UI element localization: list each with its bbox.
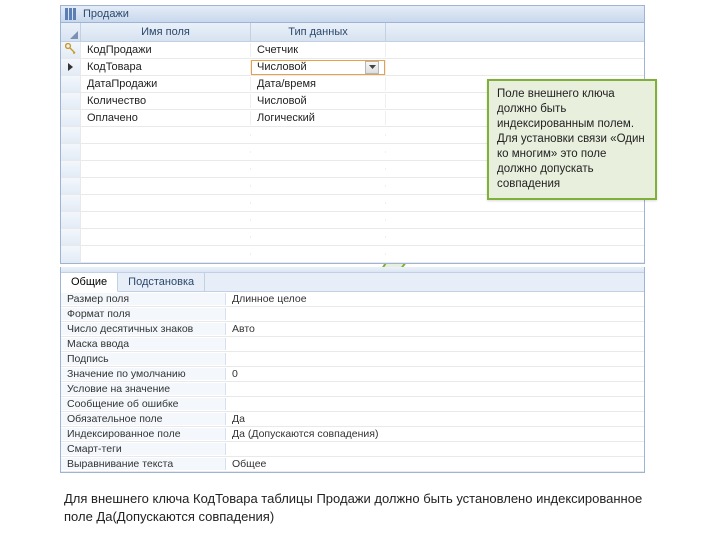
tab-lookup[interactable]: Подстановка: [118, 273, 205, 291]
row-selector[interactable]: [61, 59, 81, 75]
field-name-cell[interactable]: Количество: [81, 94, 251, 108]
property-tabs: Общие Подстановка: [61, 273, 644, 292]
grid-header: Имя поля Тип данных: [61, 23, 644, 42]
column-header-type[interactable]: Тип данных: [251, 23, 386, 41]
field-name-cell[interactable]: КодПродажи: [81, 43, 251, 57]
datatype-select[interactable]: Числовой: [251, 60, 385, 75]
field-name-cell[interactable]: Оплачено: [81, 111, 251, 125]
table-row[interactable]: [61, 212, 644, 229]
property-row[interactable]: Формат поля: [61, 307, 644, 322]
field-type-cell[interactable]: [251, 202, 386, 204]
property-rows: Размер поляДлинное целоеФормат поля Число…: [61, 292, 644, 472]
field-name-cell[interactable]: [81, 253, 251, 255]
row-selector[interactable]: [61, 76, 81, 92]
property-row[interactable]: Размер поляДлинное целое: [61, 292, 644, 307]
datatype-value: Числовой: [257, 61, 307, 73]
annotation-callout: Поле внешнего ключа должно быть индексир…: [487, 79, 657, 200]
property-label: Сообщение об ошибке: [61, 398, 226, 410]
property-label: Выравнивание текста: [61, 458, 226, 470]
property-label: Значение по умолчанию: [61, 368, 226, 380]
table-row[interactable]: КодПродажиСчетчик: [61, 42, 644, 59]
field-type-cell[interactable]: Дата/время: [251, 77, 386, 91]
field-type-cell[interactable]: Числовой: [251, 60, 386, 75]
property-value[interactable]: 0: [226, 368, 644, 380]
property-row[interactable]: Маска ввода: [61, 337, 644, 352]
field-type-cell[interactable]: [251, 168, 386, 170]
field-name-cell[interactable]: [81, 151, 251, 153]
row-selector[interactable]: [61, 144, 81, 160]
current-row-indicator-icon: [68, 63, 73, 71]
property-row[interactable]: Условие на значение: [61, 382, 644, 397]
property-row[interactable]: Индексированное полеДа (Допускаются совп…: [61, 427, 644, 442]
field-name-cell[interactable]: [81, 185, 251, 187]
field-type-cell[interactable]: Логический: [251, 111, 386, 125]
select-all-corner[interactable]: [61, 23, 81, 41]
table-design-window: Продажи Имя поля Тип данных КодПродажиСч…: [60, 5, 645, 473]
table-row[interactable]: КодТовара Числовой: [61, 59, 644, 76]
property-label: Формат поля: [61, 308, 226, 320]
property-value[interactable]: Да (Допускаются совпадения): [226, 428, 644, 440]
field-name-cell[interactable]: [81, 219, 251, 221]
row-selector[interactable]: [61, 93, 81, 109]
property-row[interactable]: Сообщение об ошибке: [61, 397, 644, 412]
field-name-cell[interactable]: [81, 236, 251, 238]
footnote-text: Для внешнего ключа КодТовара таблицы Про…: [64, 490, 654, 525]
row-selector[interactable]: [61, 42, 81, 58]
column-header-name[interactable]: Имя поля: [81, 23, 251, 41]
property-row[interactable]: Смарт-теги: [61, 442, 644, 457]
property-row[interactable]: Обязательное полеДа: [61, 412, 644, 427]
row-selector[interactable]: [61, 246, 81, 262]
field-type-cell[interactable]: [251, 134, 386, 136]
field-type-cell[interactable]: Счетчик: [251, 43, 386, 57]
property-row[interactable]: Выравнивание текстаОбщее: [61, 457, 644, 472]
window-title: Продажи: [83, 8, 129, 20]
chevron-down-icon[interactable]: [365, 61, 379, 74]
field-type-cell[interactable]: [251, 219, 386, 221]
row-selector[interactable]: [61, 178, 81, 194]
field-name-cell[interactable]: [81, 202, 251, 204]
row-selector[interactable]: [61, 127, 81, 143]
row-selector[interactable]: [61, 212, 81, 228]
row-selector[interactable]: [61, 195, 81, 211]
property-row[interactable]: Подпись: [61, 352, 644, 367]
table-icon: [65, 8, 79, 20]
row-selector[interactable]: [61, 161, 81, 177]
row-selector[interactable]: [61, 229, 81, 245]
property-value[interactable]: Длинное целое: [226, 293, 644, 305]
property-label: Условие на значение: [61, 383, 226, 395]
field-type-cell[interactable]: Числовой: [251, 94, 386, 108]
field-name-cell[interactable]: ДатаПродажи: [81, 77, 251, 91]
property-label: Подпись: [61, 353, 226, 365]
property-label: Обязательное поле: [61, 413, 226, 425]
tab-general[interactable]: Общие: [61, 273, 118, 292]
property-row[interactable]: Значение по умолчанию0: [61, 367, 644, 382]
property-label: Индексированное поле: [61, 428, 226, 440]
property-value[interactable]: Общее: [226, 458, 644, 470]
field-type-cell[interactable]: [251, 185, 386, 187]
primary-key-icon: [65, 43, 76, 57]
property-label: Маска ввода: [61, 338, 226, 350]
property-label: Размер поля: [61, 293, 226, 305]
field-type-cell[interactable]: [251, 236, 386, 238]
property-value[interactable]: Авто: [226, 323, 644, 335]
property-label: Смарт-теги: [61, 443, 226, 455]
table-row[interactable]: [61, 229, 644, 246]
field-type-cell[interactable]: [251, 253, 386, 255]
window-tab-bar: Продажи: [60, 5, 645, 23]
field-name-cell[interactable]: [81, 134, 251, 136]
table-row[interactable]: [61, 246, 644, 263]
property-row[interactable]: Число десятичных знаковАвто: [61, 322, 644, 337]
field-name-cell[interactable]: [81, 168, 251, 170]
property-pane: Общие Подстановка Размер поляДлинное цел…: [60, 267, 645, 473]
property-value[interactable]: Да: [226, 413, 644, 425]
field-type-cell[interactable]: [251, 151, 386, 153]
row-selector[interactable]: [61, 110, 81, 126]
property-label: Число десятичных знаков: [61, 323, 226, 335]
field-name-cell[interactable]: КодТовара: [81, 60, 251, 74]
